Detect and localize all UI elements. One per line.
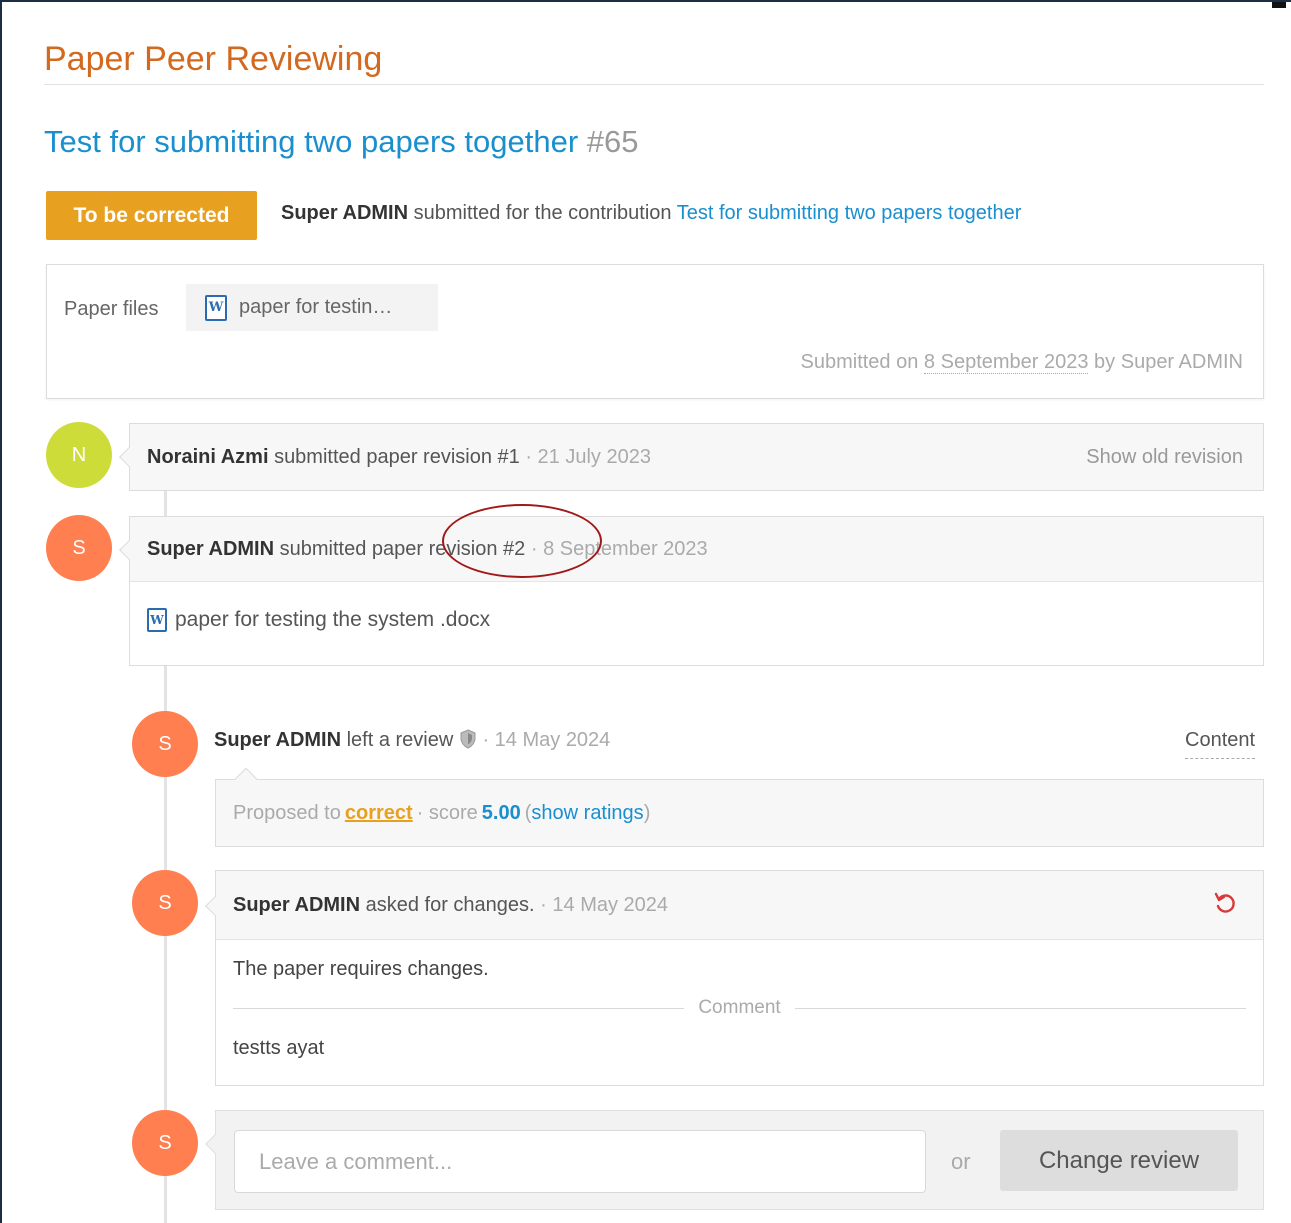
changes-text: The paper requires changes. <box>233 958 489 980</box>
annotation-circle <box>442 504 602 578</box>
file-chip-name: paper for testin… <box>239 296 393 318</box>
revision-2-file[interactable]: W paper for testing the system .docx <box>130 582 1263 632</box>
contribution-title-text: Test for submitting two papers together <box>44 124 579 159</box>
proposal-value: correct <box>344 801 413 824</box>
changes-header: Super ADMIN asked for changes. · 14 May … <box>216 871 1263 940</box>
revision-1-action: submitted paper revision #1 <box>274 445 520 468</box>
paper-files-box: Paper files W paper for testin… Submitte… <box>46 264 1264 399</box>
separator-line <box>794 1007 1247 1009</box>
submission-meta-by: by Super ADMIN <box>1094 351 1243 373</box>
review-header: Super ADMIN left a review · 14 May 2024 <box>214 729 610 752</box>
status-badge: To be corrected <box>46 191 257 240</box>
avatar: S <box>46 515 112 581</box>
ratings-paren: (show ratings) <box>524 801 651 824</box>
avatar: N <box>46 422 112 488</box>
comment-form: or Change review <box>205 1110 1264 1210</box>
separator-line <box>233 1007 685 1009</box>
submission-meta-prefix: Submitted on <box>800 351 919 373</box>
submission-meta: Submitted on 8 September 2023 by Super A… <box>800 351 1243 374</box>
comment-input[interactable] <box>234 1130 926 1193</box>
submitter-name: Super ADMIN <box>281 202 409 224</box>
box-pointer <box>205 1134 225 1154</box>
score-prefix: · score <box>416 801 478 824</box>
word-doc-icon: W <box>205 294 227 321</box>
review-date: · 14 May 2024 <box>482 729 611 751</box>
or-text: or <box>951 1149 971 1174</box>
review-author: Super ADMIN <box>214 729 342 751</box>
revision-1-box: Noraini Azmi submitted paper revision #1… <box>119 423 1264 491</box>
page-frame: Paper Peer Reviewing Test for submitting… <box>0 0 1291 1223</box>
contribution-link[interactable]: Test for submitting two papers together <box>677 202 1022 224</box>
changes-action: asked for changes. <box>365 893 535 916</box>
revision-1-header: Noraini Azmi submitted paper revision #1… <box>130 424 1263 490</box>
score-value: 5.00 <box>481 801 521 824</box>
avatar: S <box>132 1110 198 1176</box>
corner-mark <box>1272 2 1286 8</box>
undo-icon[interactable] <box>1213 891 1237 915</box>
revision-2-box: Super ADMIN submitted paper revision #2 … <box>119 516 1264 666</box>
word-doc-icon: W <box>147 608 167 632</box>
revision-2-author: Super ADMIN <box>147 537 275 560</box>
revision-1-author: Noraini Azmi <box>147 445 269 468</box>
review-action: left a review <box>346 729 454 751</box>
revision-2-header: Super ADMIN submitted paper revision #2 … <box>130 517 1263 582</box>
page-title: Paper Peer Reviewing <box>44 40 383 78</box>
content-tab[interactable]: Content <box>1185 729 1256 759</box>
review-proposal-box: Proposed to correct · score 5.00 (show r… <box>215 779 1264 847</box>
contribution-title: Test for submitting two papers together … <box>44 124 639 160</box>
change-review-button[interactable]: Change review <box>1000 1130 1238 1191</box>
paper-files-label: Paper files <box>64 298 159 320</box>
submission-date: 8 September 2023 <box>923 351 1089 374</box>
submitted-line: Super ADMIN submitted for the contributi… <box>281 202 1021 225</box>
comment-label: Comment <box>698 997 781 1018</box>
revision-2-file-name: paper for testing the system .docx <box>175 608 491 631</box>
changes-author: Super ADMIN <box>233 893 361 916</box>
show-old-revision-link[interactable]: Show old revision <box>1086 446 1243 469</box>
changes-box: Super ADMIN asked for changes. · 14 May … <box>205 870 1264 1086</box>
show-ratings-link[interactable]: show ratings <box>531 802 643 824</box>
file-chip[interactable]: W paper for testin… <box>186 284 438 331</box>
submitted-text: submitted for the contribution <box>413 202 672 224</box>
proposal-prefix: Proposed to <box>233 801 341 824</box>
avatar: S <box>132 870 198 936</box>
comment-text: testts ayat <box>233 1037 325 1059</box>
title-divider <box>44 84 1264 85</box>
comment-separator: Comment <box>233 997 1247 1019</box>
avatar: S <box>132 711 198 777</box>
shield-icon <box>460 729 476 749</box>
contribution-number: #65 <box>586 124 639 159</box>
changes-body: The paper requires changes. Comment test… <box>216 940 1263 1078</box>
changes-date: · 14 May 2024 <box>540 893 669 916</box>
revision-1-date: · 21 July 2023 <box>525 445 651 468</box>
